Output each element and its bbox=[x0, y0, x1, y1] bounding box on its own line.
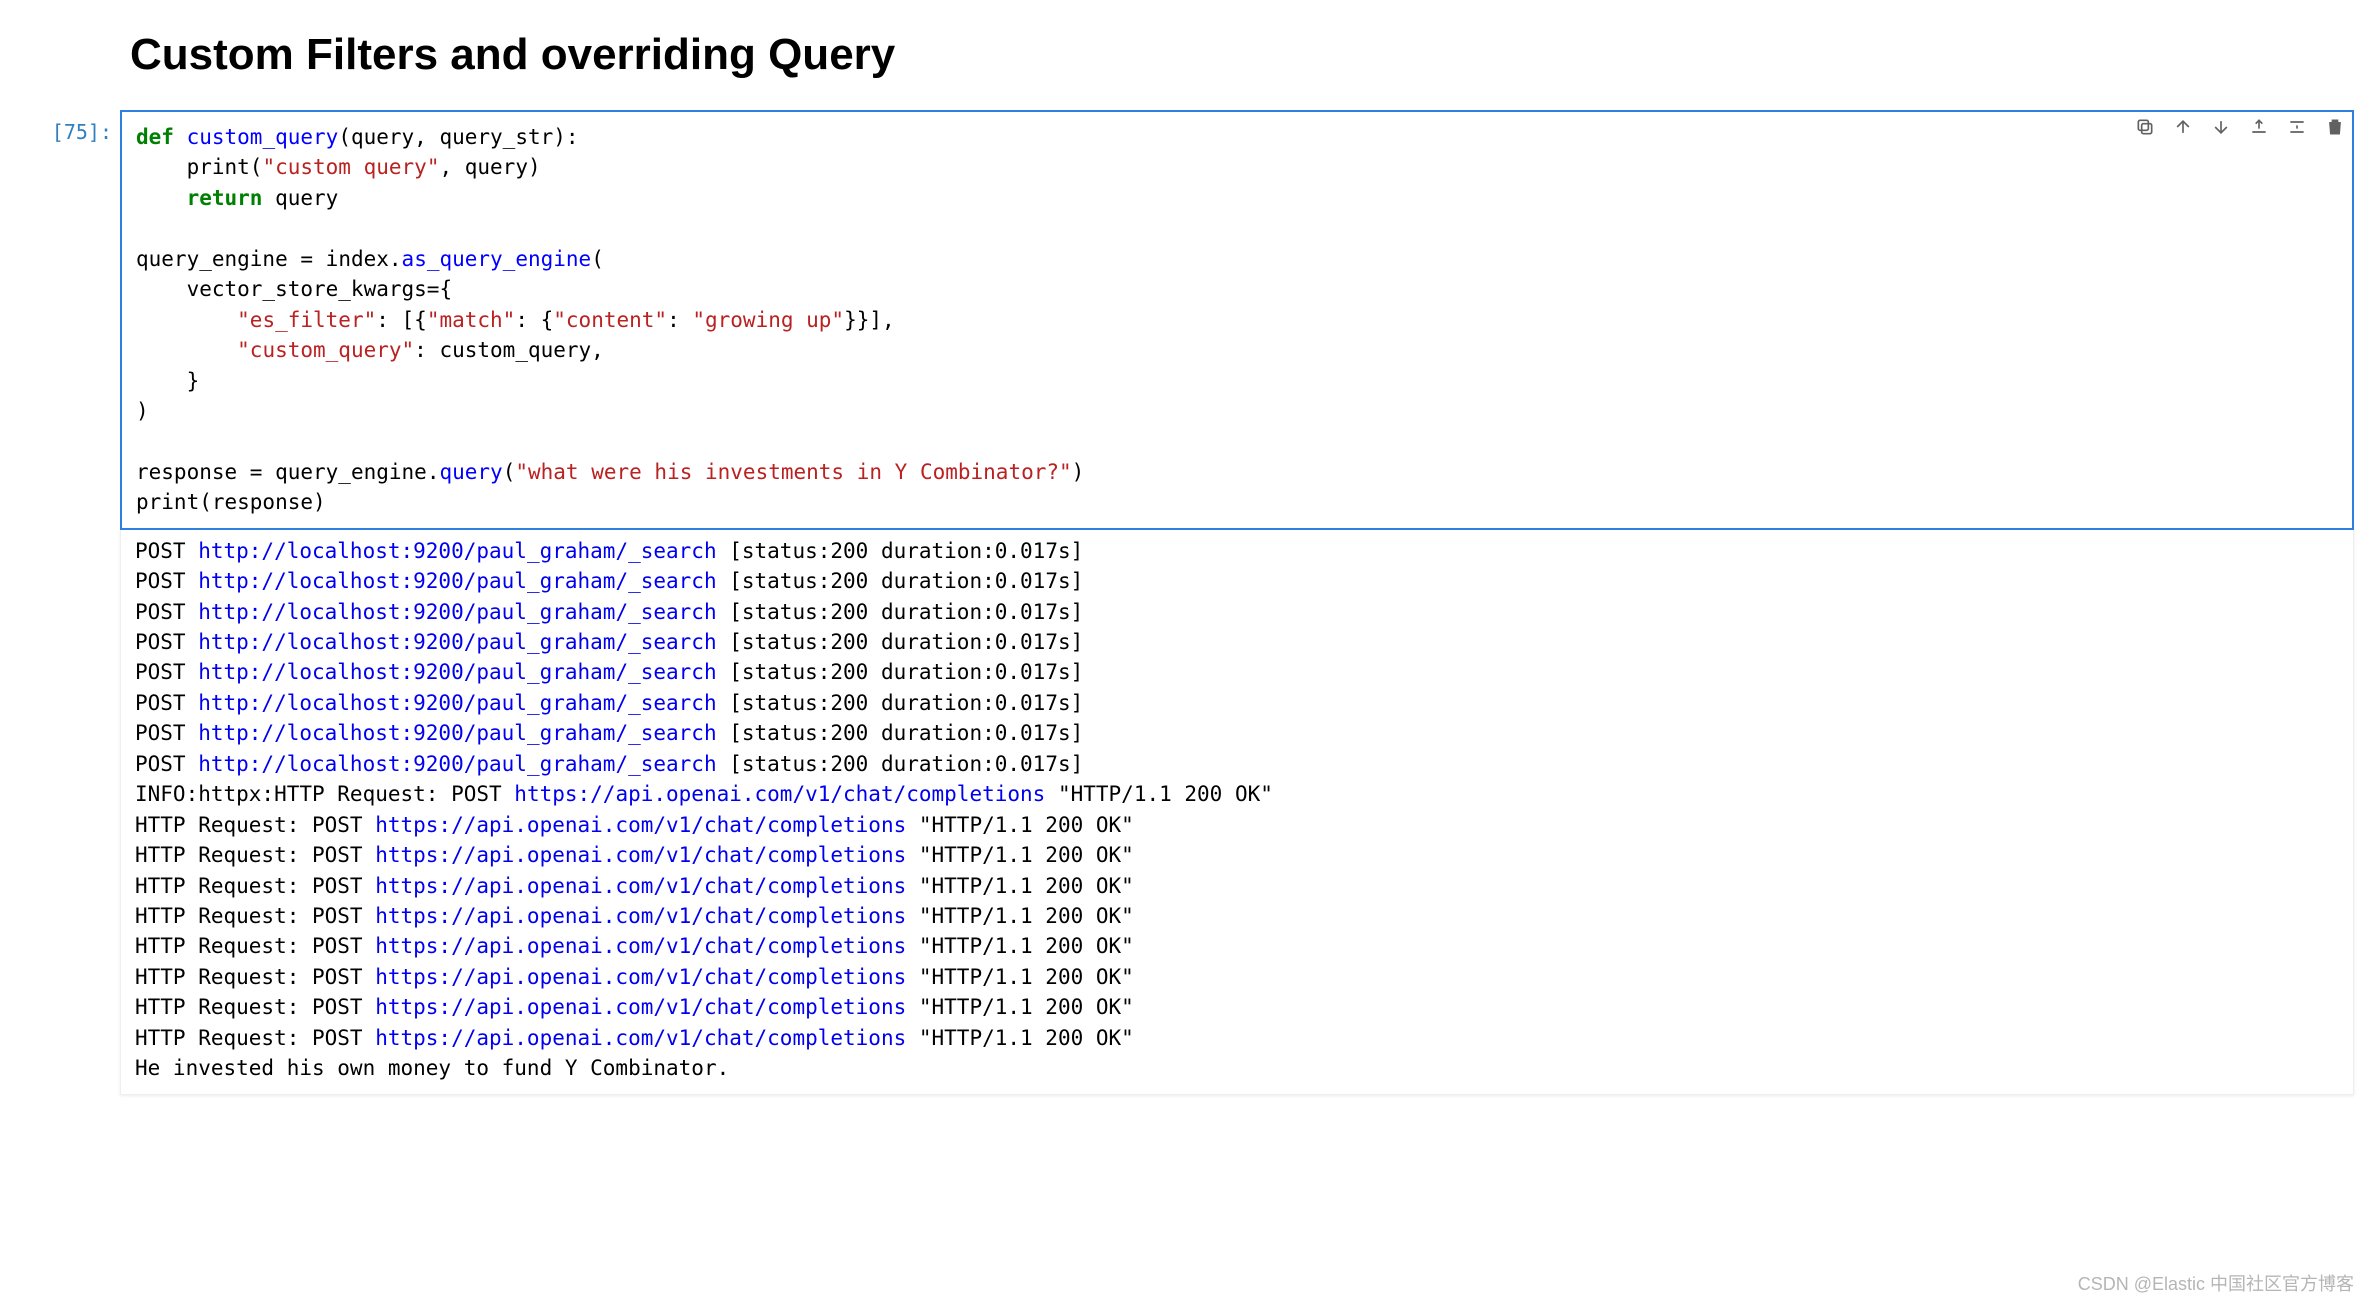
copy-icon[interactable] bbox=[2134, 116, 2156, 138]
output-content: POST http://localhost:9200/paul_graham/_… bbox=[135, 536, 2339, 1084]
insert-above-icon[interactable] bbox=[2248, 116, 2270, 138]
output-cell: POST http://localhost:9200/paul_graham/_… bbox=[20, 530, 2354, 1095]
down-icon[interactable] bbox=[2210, 116, 2232, 138]
up-icon[interactable] bbox=[2172, 116, 2194, 138]
insert-below-icon[interactable] bbox=[2286, 116, 2308, 138]
cell-toolbar bbox=[2134, 116, 2346, 138]
output-area: POST http://localhost:9200/paul_graham/_… bbox=[120, 530, 2354, 1095]
watermark: CSDN @Elastic 中国社区官方博客 bbox=[2078, 1270, 2354, 1296]
delete-icon[interactable] bbox=[2324, 116, 2346, 138]
section-heading: Custom Filters and overriding Query bbox=[130, 30, 2354, 80]
code-content[interactable]: def custom_query(query, query_str): prin… bbox=[136, 122, 2338, 518]
cell-prompt: [75]: bbox=[20, 110, 120, 144]
code-input-area[interactable]: def custom_query(query, query_str): prin… bbox=[120, 110, 2354, 530]
code-cell: [75]: def custom_query(query, query_str)… bbox=[20, 110, 2354, 530]
